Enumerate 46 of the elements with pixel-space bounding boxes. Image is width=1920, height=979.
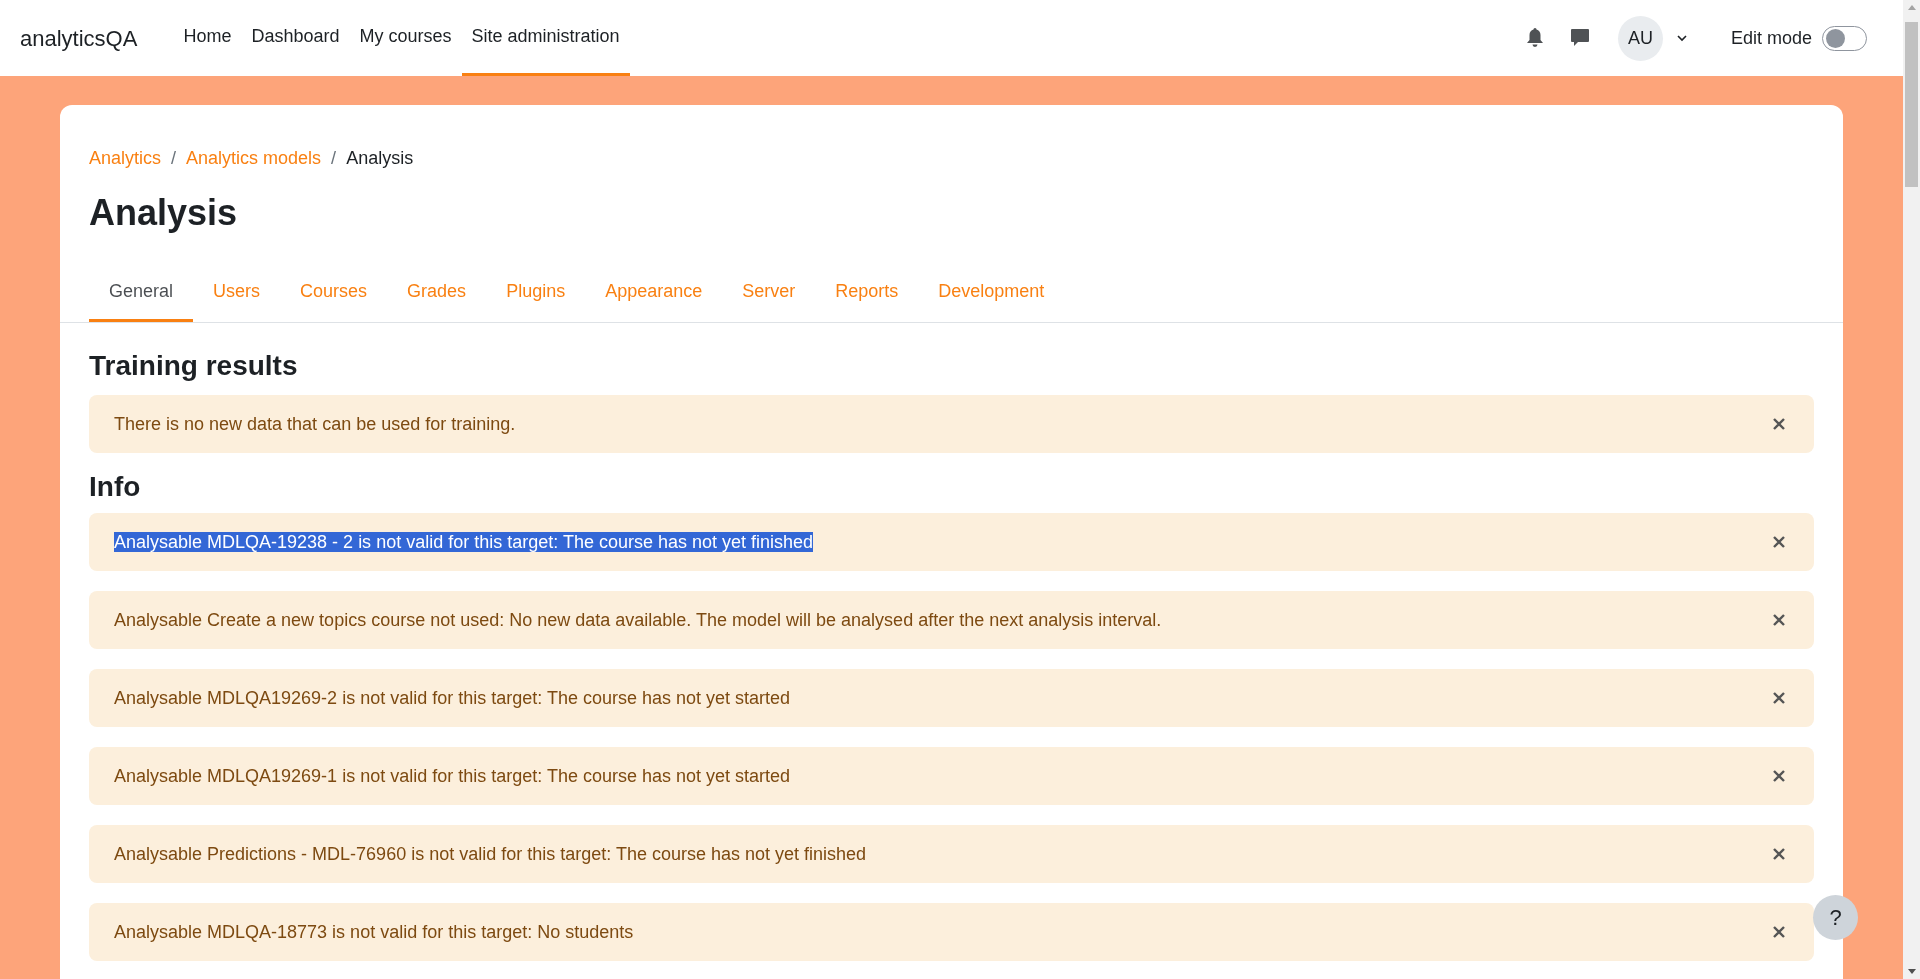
tab[interactable]: Grades bbox=[387, 263, 487, 322]
alert-text: Analysable MDLQA-19238 - 2 is not valid for this target: The course has not yet finished bbox=[114, 531, 814, 552]
alert-text: Analysable Create a new topics course not used: No new data available. The model will be analysed after the next analysis interval. bbox=[114, 609, 1162, 630]
section-heading: Info bbox=[89, 470, 142, 504]
tab[interactable]: Plugins bbox=[486, 263, 586, 322]
close-button[interactable] bbox=[1772, 417, 1786, 431]
close-button[interactable] bbox=[1772, 535, 1786, 549]
close-button[interactable] bbox=[1772, 847, 1786, 861]
tab[interactable]: Appearance bbox=[585, 263, 723, 322]
breadcrumb-link[interactable]: Analytics models bbox=[186, 145, 322, 172]
close-button[interactable] bbox=[1772, 925, 1786, 939]
edit-mode-label: Edit mode bbox=[1730, 26, 1812, 50]
nav-link[interactable]: Site administration bbox=[461, 0, 630, 76]
nav-link[interactable]: Home bbox=[173, 0, 242, 76]
section-heading: Training results bbox=[89, 349, 299, 383]
breadcrumb-separator: / bbox=[171, 147, 177, 170]
help-button[interactable]: ? bbox=[1813, 895, 1858, 940]
close-button[interactable] bbox=[1772, 613, 1786, 627]
alert-text: Analysable Predictions - MDL-76960 is not valid for this target: The course has not yet finished bbox=[114, 843, 867, 864]
nav-link[interactable]: Dashboard bbox=[241, 0, 350, 76]
close-button[interactable] bbox=[1772, 769, 1786, 783]
page-title: Analysis bbox=[88, 191, 239, 235]
scrollbar[interactable] bbox=[1903, 0, 1920, 979]
scrollbar-thumb[interactable] bbox=[1905, 22, 1918, 187]
scroll-down-icon[interactable] bbox=[1907, 969, 1916, 974]
tab[interactable]: Courses bbox=[280, 263, 388, 322]
tab[interactable]: Reports bbox=[815, 263, 919, 322]
breadcrumb-link[interactable]: Analytics bbox=[89, 145, 162, 172]
tab[interactable]: Server bbox=[722, 263, 816, 322]
breadcrumb-separator: / bbox=[331, 147, 337, 170]
tab[interactable]: Users bbox=[193, 263, 281, 322]
site-brand[interactable]: analyticsQA bbox=[20, 21, 138, 55]
chevron-down-icon[interactable] bbox=[1676, 34, 1687, 42]
edit-mode-toggle[interactable] bbox=[1822, 25, 1867, 51]
user-avatar[interactable]: AU bbox=[1617, 15, 1663, 61]
alert-text: There is no new data that can be used for training. bbox=[114, 413, 516, 434]
chat-icon[interactable] bbox=[1569, 28, 1590, 48]
tab[interactable]: General bbox=[89, 263, 194, 322]
alert-text: Analysable MDLQA-18773 is not valid for this target: No students bbox=[114, 921, 634, 942]
tab[interactable]: Development bbox=[918, 263, 1065, 322]
nav-link[interactable]: My courses bbox=[349, 0, 462, 76]
alert-text: Analysable MDLQA19269-1 is not valid for this target: The course has not yet started bbox=[114, 765, 791, 786]
bell-icon[interactable] bbox=[1525, 28, 1544, 48]
alert-text: Analysable MDLQA19269-2 is not valid for this target: The course has not yet started bbox=[114, 687, 791, 708]
breadcrumb-current: Analysis bbox=[346, 147, 414, 170]
close-button[interactable] bbox=[1772, 691, 1786, 705]
